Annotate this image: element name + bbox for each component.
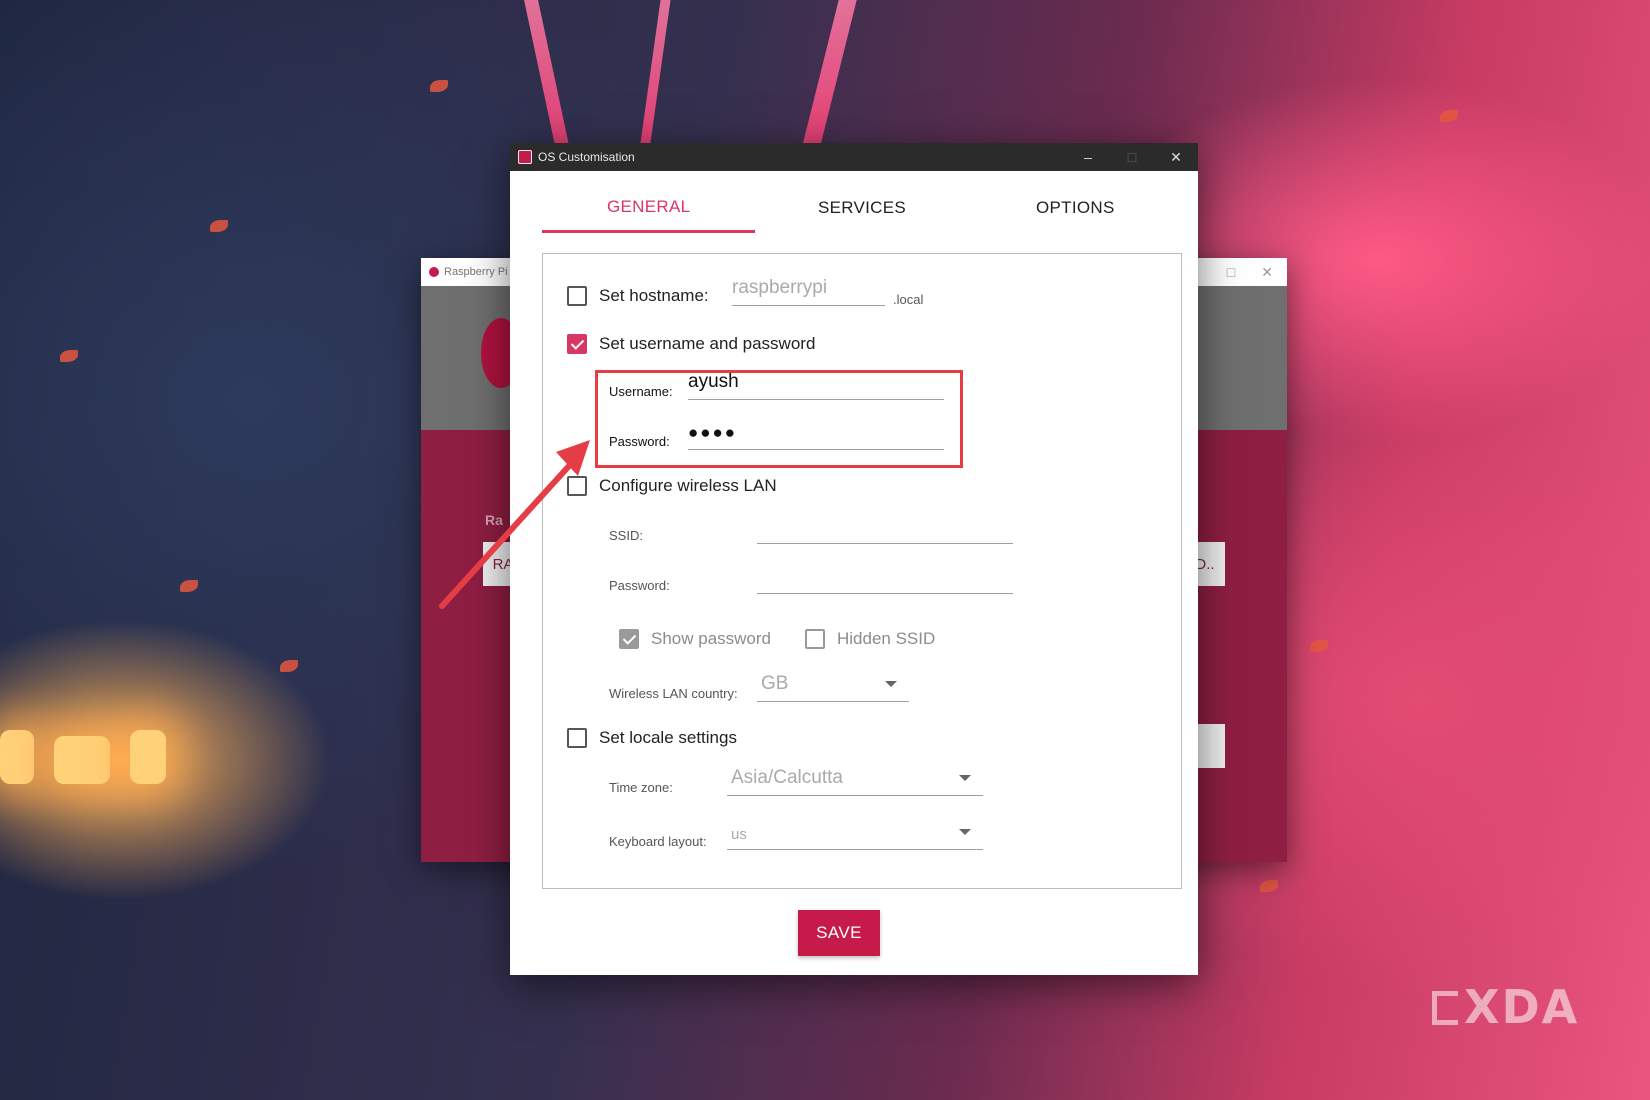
leaf-decoration bbox=[180, 580, 198, 592]
background-ray bbox=[524, 0, 570, 150]
wlan-password-label: Password: bbox=[609, 578, 670, 593]
raspberry-icon bbox=[429, 267, 439, 277]
ssid-label: SSID: bbox=[609, 528, 643, 543]
keyboard-value: us bbox=[731, 826, 747, 843]
minimize-button[interactable]: – bbox=[1066, 143, 1110, 171]
leaf-decoration bbox=[280, 660, 298, 672]
xda-watermark: XDA bbox=[1432, 980, 1579, 1034]
close-icon[interactable]: ✕ bbox=[1261, 264, 1273, 281]
background-ray bbox=[639, 0, 671, 150]
wlan-row: Configure wireless LAN bbox=[567, 476, 777, 496]
hostname-row: Set hostname: bbox=[567, 286, 709, 306]
leaf-decoration bbox=[210, 220, 228, 232]
hostname-checkbox[interactable] bbox=[567, 286, 587, 306]
leaf-decoration bbox=[430, 80, 448, 92]
leaf-decoration bbox=[1440, 110, 1458, 122]
ssid-input[interactable] bbox=[757, 510, 1013, 544]
hostname-input[interactable]: raspberrypi bbox=[732, 272, 885, 306]
tab-bar: GENERAL SERVICES OPTIONS bbox=[542, 183, 1182, 233]
os-customisation-dialog: OS Customisation – □ ✕ GENERAL SERVICES … bbox=[510, 143, 1198, 975]
chevron-down-icon bbox=[959, 829, 971, 835]
locale-checkbox[interactable] bbox=[567, 728, 587, 748]
locale-row: Set locale settings bbox=[567, 728, 737, 748]
hostname-suffix: .local bbox=[893, 292, 924, 307]
hostname-label: Set hostname: bbox=[599, 286, 709, 305]
wlan-country-label: Wireless LAN country: bbox=[609, 686, 738, 701]
maximize-button[interactable]: □ bbox=[1110, 143, 1154, 171]
chevron-down-icon bbox=[959, 775, 971, 781]
maximize-icon[interactable]: □ bbox=[1227, 264, 1235, 280]
hidden-ssid-checkbox[interactable] bbox=[805, 629, 825, 649]
save-button[interactable]: SAVE bbox=[798, 910, 880, 956]
highlight-box bbox=[595, 370, 963, 468]
background-window-title: Raspberry Pi bbox=[444, 266, 508, 278]
background-light bbox=[130, 730, 166, 784]
chevron-down-icon bbox=[885, 681, 897, 687]
leaf-decoration bbox=[1310, 640, 1328, 652]
user-checkbox[interactable] bbox=[567, 334, 587, 354]
background-window-controls: □ ✕ bbox=[1227, 258, 1273, 286]
tab-general[interactable]: GENERAL bbox=[542, 183, 756, 233]
wlan-country-select[interactable]: GB bbox=[757, 668, 909, 702]
timezone-select[interactable]: Asia/Calcutta bbox=[727, 762, 983, 796]
wlan-checkbox[interactable] bbox=[567, 476, 587, 496]
app-icon bbox=[518, 150, 532, 164]
tab-options[interactable]: OPTIONS bbox=[969, 183, 1182, 233]
background-light bbox=[54, 736, 110, 784]
watermark-text: XDA bbox=[1464, 980, 1580, 1034]
dialog-titlebar: OS Customisation – □ ✕ bbox=[510, 143, 1198, 171]
wlan-label: Configure wireless LAN bbox=[599, 476, 777, 495]
wlan-country-value: GB bbox=[761, 673, 789, 694]
show-password-label: Show password bbox=[651, 629, 772, 648]
keyboard-label: Keyboard layout: bbox=[609, 834, 707, 849]
hidden-ssid-row: Hidden SSID bbox=[805, 629, 935, 649]
xda-logo-bracket bbox=[1432, 991, 1458, 1025]
keyboard-select[interactable]: us bbox=[727, 816, 983, 850]
wlan-password-input[interactable] bbox=[757, 560, 1013, 594]
window-controls: – □ ✕ bbox=[1066, 143, 1198, 171]
background-light bbox=[0, 730, 34, 784]
show-password-row: Show password bbox=[619, 629, 771, 649]
leaf-decoration bbox=[1260, 880, 1278, 892]
tab-services[interactable]: SERVICES bbox=[755, 183, 968, 233]
leaf-decoration bbox=[60, 350, 78, 362]
close-button[interactable]: ✕ bbox=[1154, 143, 1198, 171]
general-settings-panel: Set hostname: raspberrypi .local Set use… bbox=[542, 253, 1182, 889]
user-label: Set username and password bbox=[599, 334, 816, 353]
hidden-ssid-label: Hidden SSID bbox=[837, 629, 936, 648]
dialog-title: OS Customisation bbox=[538, 150, 635, 164]
background-ray bbox=[801, 0, 857, 150]
user-row: Set username and password bbox=[567, 334, 815, 354]
locale-label: Set locale settings bbox=[599, 728, 737, 747]
show-password-checkbox[interactable] bbox=[619, 629, 639, 649]
timezone-value: Asia/Calcutta bbox=[731, 767, 843, 788]
timezone-label: Time zone: bbox=[609, 780, 673, 795]
background-section-label: Ra bbox=[485, 512, 503, 528]
